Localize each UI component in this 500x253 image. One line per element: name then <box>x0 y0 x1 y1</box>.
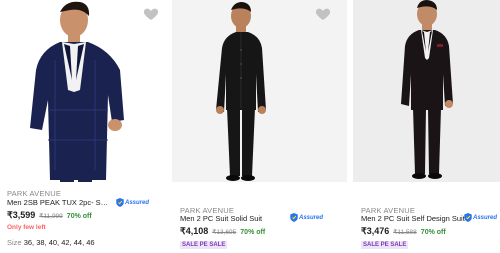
product-title[interactable]: Men 2SB PEAK TUX 2pc- SUPE... <box>7 198 113 207</box>
product-title[interactable]: Men 2 PC Suit Self Design Suit <box>361 214 465 223</box>
assured-badge: Assured <box>290 213 323 222</box>
sale-tag: SALE PE SALE <box>180 241 228 249</box>
assured-shield-icon <box>116 198 124 207</box>
assured-label: Assured <box>125 199 150 206</box>
assured-label: Assured <box>473 214 498 221</box>
selling-price: ₹3,599 <box>7 210 36 220</box>
size-options: Size 36, 38, 40, 42, 44, 46 <box>7 238 95 247</box>
model-suit-image <box>401 0 453 179</box>
price-row: ₹3,599 ₹11,999 70% off <box>7 210 92 221</box>
assured-shield-icon <box>464 213 472 222</box>
size-label: Size <box>7 238 22 247</box>
selling-price: ₹4,108 <box>180 226 209 236</box>
product-brand: PARK AVENUE <box>7 189 62 198</box>
product-title[interactable]: Men 2 PC Suit Solid Suit <box>180 214 262 223</box>
size-values: 36, 38, 40, 42, 44, 46 <box>23 238 95 247</box>
product-card[interactable]: PARK AVENUE Men 2SB PEAK TUX 2pc- SUPE..… <box>0 0 166 253</box>
product-card[interactable]: PARK AVENUE Men 2 PC Suit Solid Suit Ass… <box>172 0 347 253</box>
price-row: ₹3,476 ₹11,588 70% off <box>361 226 446 237</box>
assured-label: Assured <box>299 214 324 221</box>
price-row: ₹4,108 ₹13,695 70% off <box>180 226 265 237</box>
assured-shield-icon <box>290 213 298 222</box>
product-image[interactable] <box>0 0 166 182</box>
selling-price: ₹3,476 <box>361 226 390 236</box>
sale-tag: SALE PE SALE <box>361 241 409 249</box>
product-grid: PARK AVENUE Men 2SB PEAK TUX 2pc- SUPE..… <box>0 0 500 253</box>
product-card[interactable]: PARK AVENUE Men 2 PC Suit Self Design Su… <box>353 0 500 253</box>
product-image[interactable] <box>353 0 500 182</box>
model-suit-image <box>216 2 266 181</box>
discount-label: 70% off <box>240 229 266 236</box>
discount-label: 70% off <box>420 229 446 236</box>
original-price: ₹11,999 <box>39 213 63 220</box>
original-price: ₹13,695 <box>212 229 237 236</box>
product-image[interactable] <box>172 0 347 182</box>
wishlist-heart-icon[interactable] <box>315 6 331 22</box>
wishlist-heart-icon[interactable] <box>143 6 159 22</box>
assured-badge: Assured <box>464 213 497 222</box>
discount-label: 70% off <box>66 213 92 220</box>
model-suit-image <box>30 1 124 182</box>
stock-status: Only few left <box>7 224 46 231</box>
assured-badge: Assured <box>116 198 149 207</box>
original-price: ₹11,588 <box>393 229 417 236</box>
